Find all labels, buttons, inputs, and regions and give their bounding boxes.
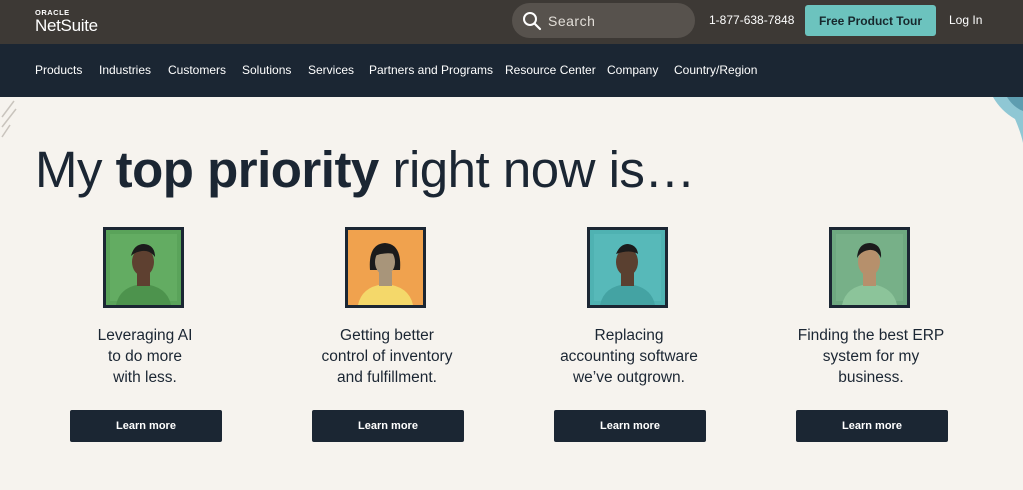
card-line: Replacing xyxy=(594,327,664,344)
card-line: with less. xyxy=(113,369,177,386)
card-description: Replacing accounting software we’ve outg… xyxy=(509,325,749,388)
main-nav: Products Industries Customers Solutions … xyxy=(0,44,1023,97)
nav-item-services[interactable]: Services xyxy=(308,63,354,77)
learn-more-button[interactable]: Learn more xyxy=(796,410,948,442)
card-line: Finding the best ERP xyxy=(797,327,945,344)
avatar xyxy=(829,227,910,308)
card-line: control of inventory xyxy=(321,348,453,365)
person-illustration-icon xyxy=(348,230,423,305)
card-description: Getting better control of inventory and … xyxy=(267,325,507,388)
learn-more-button[interactable]: Learn more xyxy=(554,410,706,442)
card-line: and fulfillment. xyxy=(337,369,437,386)
card-line: Getting better xyxy=(340,327,434,344)
decorative-shape xyxy=(993,97,1023,143)
avatar xyxy=(103,227,184,308)
nav-item-company[interactable]: Company xyxy=(607,63,658,77)
learn-more-button[interactable]: Learn more xyxy=(70,410,222,442)
card-line: accounting software xyxy=(560,348,698,365)
netsuite-logo[interactable]: ORACLE NetSuite xyxy=(35,8,98,35)
card-line: we’ve outgrown. xyxy=(572,369,685,386)
learn-more-button[interactable]: Learn more xyxy=(312,410,464,442)
nav-item-resource-center[interactable]: Resource Center xyxy=(505,63,596,77)
person-illustration-icon xyxy=(590,230,665,305)
nav-item-products[interactable]: Products xyxy=(35,63,82,77)
card-description: Leveraging AI to do more with less. xyxy=(25,325,265,388)
search-box[interactable] xyxy=(512,3,695,38)
avatar xyxy=(345,227,426,308)
avatar xyxy=(587,227,668,308)
card-line: to do more xyxy=(107,348,183,365)
headline-suffix: right now is… xyxy=(392,141,695,198)
person-illustration-icon xyxy=(832,230,907,305)
hero-headline: My top priority right now is… xyxy=(35,140,695,199)
headline-bold: top priority xyxy=(115,141,380,198)
nav-item-partners[interactable]: Partners and Programs xyxy=(369,63,493,77)
nav-item-customers[interactable]: Customers xyxy=(168,63,226,77)
nav-item-industries[interactable]: Industries xyxy=(99,63,151,77)
nav-item-solutions[interactable]: Solutions xyxy=(242,63,291,77)
nav-item-country-region[interactable]: Country/Region xyxy=(674,63,757,77)
login-link[interactable]: Log In xyxy=(949,13,982,27)
card-line: system for my xyxy=(822,348,920,365)
headline-prefix: My xyxy=(35,141,102,198)
logo-netsuite-text: NetSuite xyxy=(35,16,98,35)
search-icon[interactable] xyxy=(522,11,542,31)
card-line: Leveraging AI xyxy=(97,327,193,344)
card-description: Finding the best ERP system for my busin… xyxy=(751,325,991,388)
card-line: business. xyxy=(838,369,904,386)
phone-number[interactable]: 1-877-638-7848 xyxy=(709,13,794,27)
search-input[interactable] xyxy=(548,3,688,38)
person-illustration-icon xyxy=(106,230,181,305)
decorative-lines xyxy=(1,100,17,138)
top-bar: ORACLE NetSuite 1-877-638-7848 Free Prod… xyxy=(0,0,1023,44)
free-product-tour-button[interactable]: Free Product Tour xyxy=(805,5,936,36)
